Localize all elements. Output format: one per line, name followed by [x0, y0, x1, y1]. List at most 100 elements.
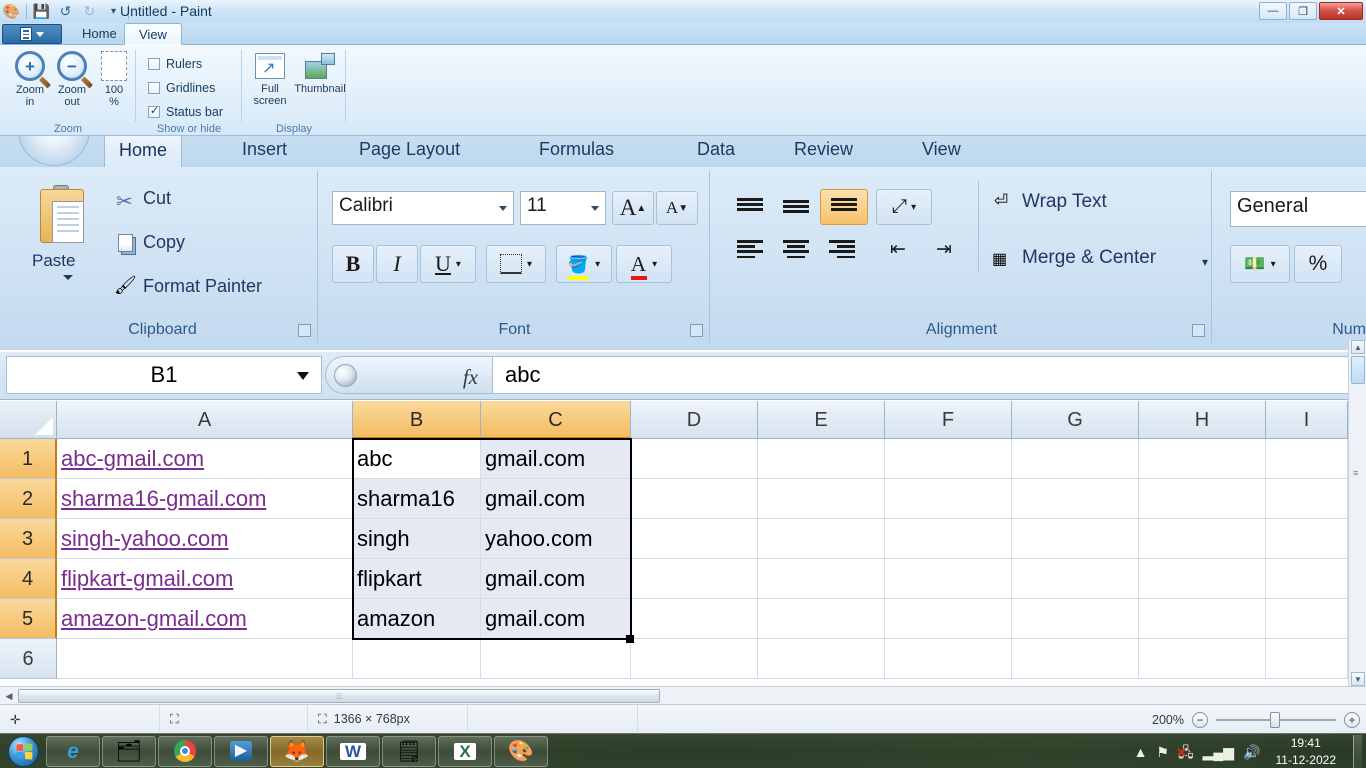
taskbar-sticky-notes[interactable]: 🗒	[382, 735, 436, 767]
signal-bars-icon[interactable]: ▂▄▆	[1203, 745, 1234, 759]
cell-G5[interactable]	[1012, 599, 1139, 639]
cell-B6[interactable]	[353, 639, 481, 679]
cell-H6[interactable]	[1139, 639, 1266, 679]
percent-style-button[interactable]: %	[1294, 245, 1342, 283]
font-name-input[interactable]: Calibri	[332, 191, 514, 225]
full-screen-button[interactable]: ↗ Full screen	[248, 53, 292, 107]
alignment-dialog-launcher[interactable]	[1192, 324, 1205, 337]
row-header-4[interactable]: 4	[0, 559, 57, 599]
decrease-indent-button[interactable]: ⇤	[876, 231, 920, 267]
taskbar-excel[interactable]: X	[438, 735, 492, 767]
accounting-format-button[interactable]: 💵 ▾	[1230, 245, 1290, 283]
wrap-text-button[interactable]: Wrap Text	[1022, 191, 1107, 213]
cell-I1[interactable]	[1266, 439, 1348, 479]
cell-B3[interactable]: singh	[353, 519, 481, 559]
paint-app-icon[interactable]: 🎨	[2, 2, 21, 21]
copy-icon[interactable]	[118, 234, 133, 252]
start-button[interactable]	[2, 735, 44, 768]
cell-G1[interactable]	[1012, 439, 1139, 479]
cell-A2[interactable]: sharma16-gmail.com	[57, 479, 353, 519]
cell-H3[interactable]	[1139, 519, 1266, 559]
cell-F2[interactable]	[885, 479, 1012, 519]
show-desktop-button[interactable]	[1353, 735, 1362, 768]
paint-menu-button[interactable]	[2, 24, 62, 44]
cell-D5[interactable]	[631, 599, 758, 639]
wrap-text-icon[interactable]: ⏎	[994, 191, 1016, 213]
column-header-E[interactable]: E	[758, 401, 885, 439]
font-size-input[interactable]: 11	[520, 191, 606, 225]
cell-G4[interactable]	[1012, 559, 1139, 599]
column-header-F[interactable]: F	[885, 401, 1012, 439]
zoom-out-button[interactable]: − Zoom out	[50, 51, 94, 108]
cell-E4[interactable]	[758, 559, 885, 599]
cell-G2[interactable]	[1012, 479, 1139, 519]
row-header-5[interactable]: 5	[0, 599, 57, 639]
paste-dropdown-arrow-icon[interactable]	[63, 275, 73, 280]
shrink-font-button[interactable]: A ▼	[656, 191, 698, 225]
scroll-up-button[interactable]: ▲	[1351, 340, 1365, 354]
excel-tab-view[interactable]: View	[908, 132, 975, 167]
zoom-100-button[interactable]: 100 %	[94, 51, 134, 108]
align-middle-button[interactable]	[774, 189, 818, 225]
vertical-scrollbar[interactable]: ▲ ≡ ▼	[1348, 340, 1366, 686]
cell-A4[interactable]: flipkart-gmail.com	[57, 559, 353, 599]
excel-tab-formulas[interactable]: Formulas	[525, 132, 628, 167]
rulers-checkbox-row[interactable]: Rulers	[148, 57, 202, 71]
row-header-3[interactable]: 3	[0, 519, 57, 559]
cell-E3[interactable]	[758, 519, 885, 559]
cut-button[interactable]: Cut	[143, 188, 171, 209]
gridlines-checkbox-row[interactable]: Gridlines	[148, 81, 215, 95]
minimize-button[interactable]: —	[1259, 2, 1287, 20]
name-box[interactable]: B1	[6, 356, 322, 394]
cell-G3[interactable]	[1012, 519, 1139, 559]
zoom-out-button-status[interactable]: −	[1192, 711, 1208, 728]
taskbar-media-player[interactable]: ▶	[214, 735, 268, 767]
formula-input[interactable]: abc	[493, 356, 1360, 394]
vertical-scroll-thumb[interactable]	[1351, 356, 1365, 384]
save-icon[interactable]: 💾	[32, 2, 51, 21]
cell-D4[interactable]	[631, 559, 758, 599]
cell-E2[interactable]	[758, 479, 885, 519]
taskbar-internet-explorer[interactable]: e	[46, 735, 100, 767]
excel-tab-home[interactable]: Home	[104, 132, 183, 167]
paint-tab-view[interactable]: View	[124, 23, 182, 45]
cell-I5[interactable]	[1266, 599, 1348, 639]
cell-F1[interactable]	[885, 439, 1012, 479]
cell-F6[interactable]	[885, 639, 1012, 679]
show-hidden-icons-icon[interactable]: ▲	[1134, 745, 1148, 759]
cell-C5[interactable]: gmail.com	[481, 599, 631, 639]
spreadsheet-grid[interactable]: A B C D E F G H I 1 2 3 4 5 6 abc-gmail.…	[0, 401, 1366, 686]
name-box-chevron-down-icon[interactable]	[297, 372, 309, 380]
cell-A5[interactable]: amazon-gmail.com	[57, 599, 353, 639]
cell-B4[interactable]: flipkart	[353, 559, 481, 599]
cut-icon[interactable]	[116, 189, 138, 211]
cell-C3[interactable]: yahoo.com	[481, 519, 631, 559]
fill-color-button[interactable]: 🪣 ▾	[556, 245, 612, 283]
format-painter-button[interactable]: Format Painter	[143, 276, 262, 297]
increase-indent-button[interactable]: ⇥	[922, 231, 966, 267]
zoom-in-button[interactable]: + Zoom in	[8, 51, 52, 108]
font-dialog-launcher[interactable]	[690, 324, 703, 337]
cell-A6[interactable]	[57, 639, 353, 679]
cell-B1[interactable]: abc	[353, 439, 481, 479]
row-header-2[interactable]: 2	[0, 479, 57, 519]
align-center-button[interactable]	[774, 231, 818, 267]
cell-C2[interactable]: gmail.com	[481, 479, 631, 519]
scroll-left-button[interactable]: ◀	[2, 689, 16, 703]
bold-button[interactable]: B	[332, 245, 374, 283]
cell-A3[interactable]: singh-yahoo.com	[57, 519, 353, 559]
merge-center-icon[interactable]: ▦	[992, 249, 1014, 271]
cell-C6[interactable]	[481, 639, 631, 679]
zoom-slider-knob[interactable]	[1270, 711, 1280, 728]
clock[interactable]: 19:41 11-12-2022	[1270, 735, 1343, 767]
align-bottom-button[interactable]	[820, 189, 868, 225]
excel-tab-review[interactable]: Review	[780, 132, 867, 167]
cell-G6[interactable]	[1012, 639, 1139, 679]
font-color-button[interactable]: A ▾	[616, 245, 672, 283]
cell-H4[interactable]	[1139, 559, 1266, 599]
number-format-select[interactable]: General	[1230, 191, 1366, 227]
underline-button[interactable]: U ▾	[420, 245, 476, 283]
taskbar-paint[interactable]: 🎨	[494, 735, 548, 767]
column-header-G[interactable]: G	[1012, 401, 1139, 439]
column-header-H[interactable]: H	[1139, 401, 1266, 439]
